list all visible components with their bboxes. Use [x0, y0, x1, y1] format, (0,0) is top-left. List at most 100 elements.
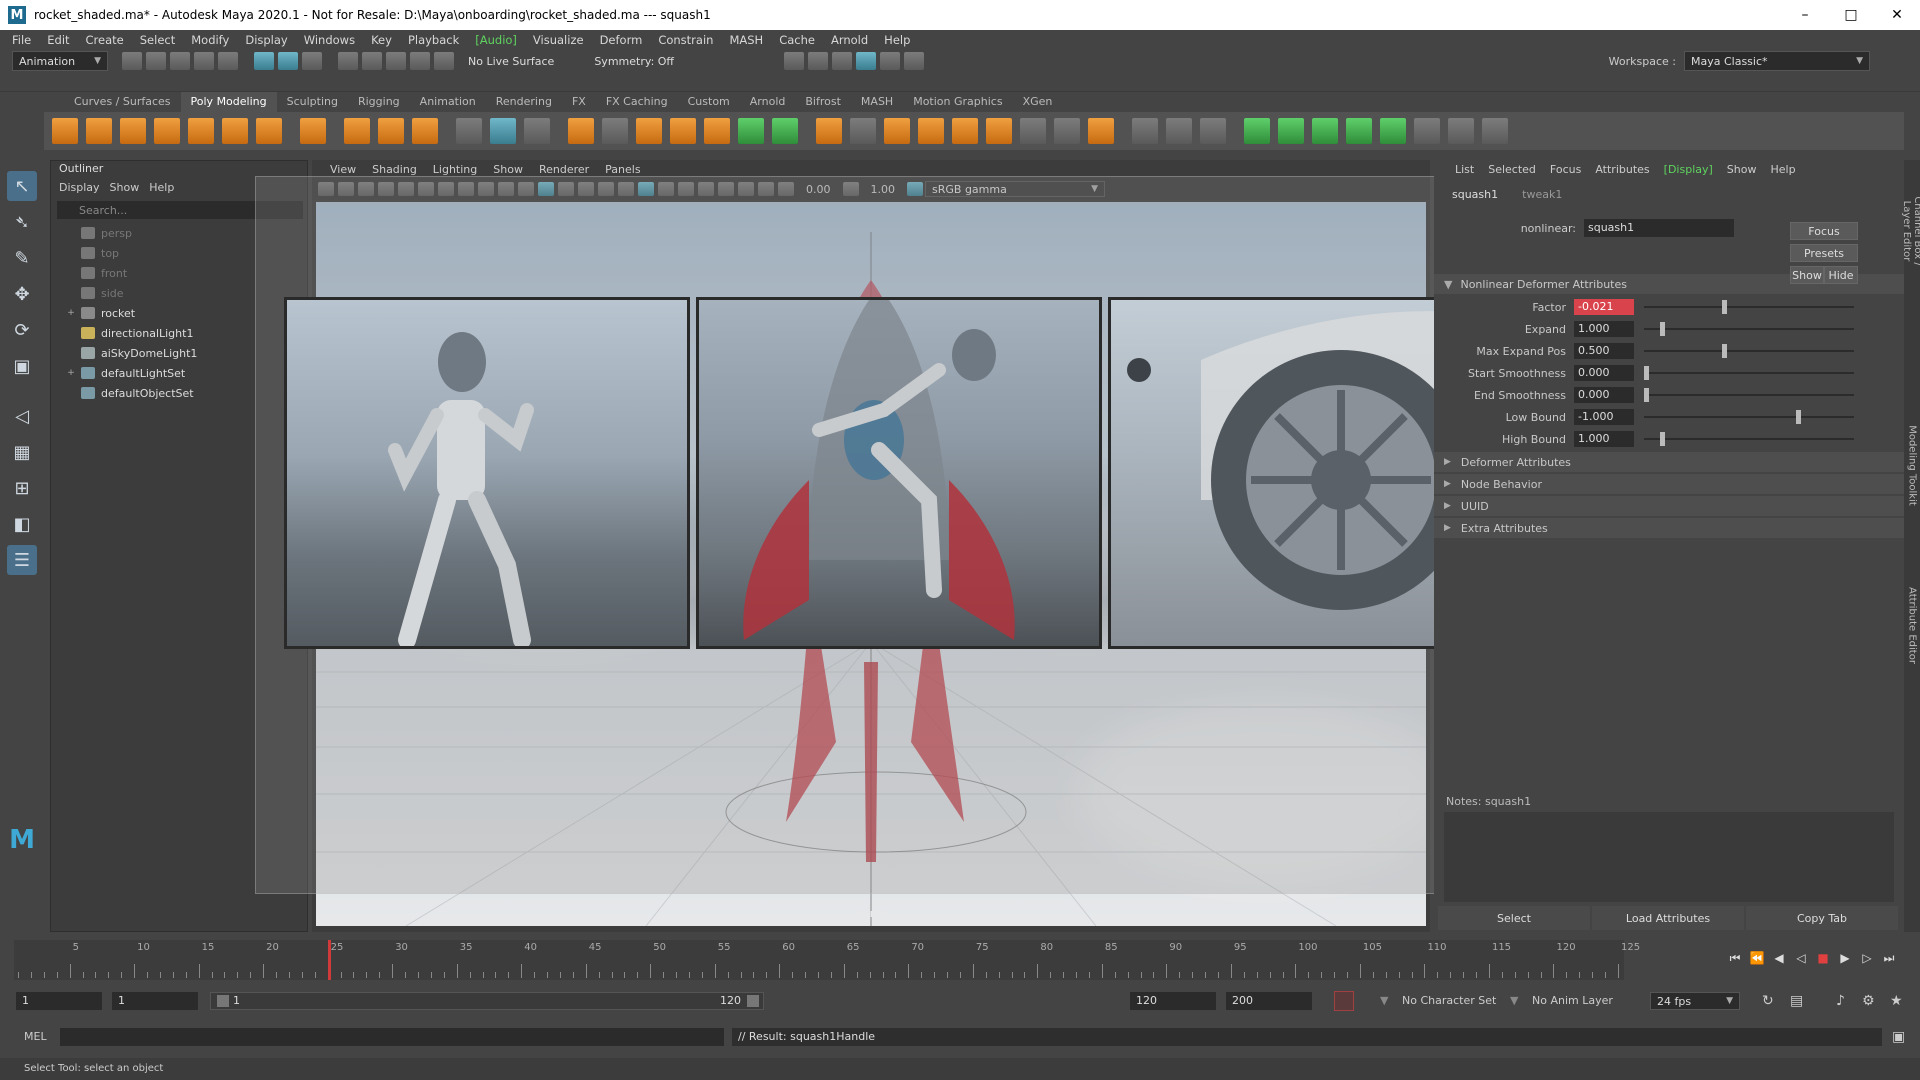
render-settings-icon[interactable] [832, 52, 853, 70]
shelf-tab-animation[interactable]: Animation [410, 92, 486, 112]
menu-create[interactable]: Create [78, 33, 132, 47]
scale-tool-icon[interactable]: ▣ [7, 351, 37, 381]
ae-menu-selected[interactable]: Selected [1481, 163, 1543, 176]
snap-curve-icon[interactable] [362, 52, 382, 70]
target-weld-icon[interactable] [850, 118, 876, 144]
show-button[interactable]: Show [1790, 266, 1824, 284]
hypershade-icon[interactable] [856, 52, 877, 70]
uv-camera-icon[interactable] [1380, 118, 1406, 144]
copy-tab-button[interactable]: Copy Tab [1746, 906, 1898, 930]
focus-button[interactable]: Focus [1790, 222, 1858, 240]
anim-layer-label[interactable]: No Anim Layer [1532, 992, 1613, 1010]
end-time-field[interactable]: 200 [1226, 992, 1312, 1010]
poly-cone-icon[interactable] [154, 118, 180, 144]
attr-value-field[interactable]: 0.500 [1574, 343, 1634, 359]
expand-toggle[interactable]: + [65, 368, 77, 378]
viewport-menu-lighting[interactable]: Lighting [425, 163, 485, 176]
menu-select[interactable]: Select [132, 33, 183, 47]
shelf-tab-sculpting[interactable]: Sculpting [277, 92, 348, 112]
outliner-menu-display[interactable]: Display [57, 181, 108, 194]
bevel-alt-icon[interactable] [772, 118, 798, 144]
ae-menu-list[interactable]: List [1448, 163, 1481, 176]
menu-set-dropdown[interactable]: Animation ▼ [12, 51, 108, 71]
attr-slider-handle[interactable] [1721, 344, 1727, 358]
shelf-tab-poly-modeling[interactable]: Poly Modeling [180, 92, 277, 112]
bridge-icon[interactable] [670, 118, 696, 144]
uv-planar-icon[interactable] [1244, 118, 1270, 144]
uv-auto-icon[interactable] [1346, 118, 1372, 144]
add-divisions-icon[interactable] [1020, 118, 1046, 144]
menu-modify[interactable]: Modify [183, 33, 237, 47]
workspace-dropdown[interactable]: Maya Classic* ▼ [1684, 51, 1870, 71]
shelf-tab-motion-graphics[interactable]: Motion Graphics [903, 92, 1012, 112]
mannequin-thumbnail[interactable] [284, 297, 690, 649]
attr-value-field[interactable]: 0.000 [1574, 365, 1634, 381]
script-editor-icon[interactable]: ▣ [1892, 1028, 1905, 1046]
loop-icon[interactable]: ↻ [1762, 992, 1774, 1010]
platonic-solid-icon[interactable] [300, 118, 326, 144]
auto-key-icon[interactable] [1334, 991, 1354, 1011]
open-scene-icon[interactable] [146, 52, 166, 70]
attr-slider[interactable] [1644, 366, 1854, 380]
attr-slider[interactable] [1644, 410, 1854, 424]
outliner-layout-icon[interactable]: ☰ [7, 545, 37, 575]
step-back-frame-icon[interactable]: ◀︎ [1768, 951, 1790, 965]
uv-sew-icon[interactable] [1482, 118, 1508, 144]
go-to-start-icon[interactable]: ⏮ [1724, 951, 1746, 966]
boolean-icon[interactable] [568, 118, 594, 144]
rocket-mannequin-thumbnail[interactable] [696, 297, 1102, 649]
hide-button[interactable]: Hide [1824, 266, 1858, 284]
time-slider[interactable]: 5 10 15 20 25 30 35 40 45 50 55 60 65 70 75 80 85 90 95 100… [14, 940, 1640, 980]
separate-icon[interactable] [490, 118, 516, 144]
bevel-icon[interactable] [738, 118, 764, 144]
character-set-label[interactable]: No Character Set [1402, 992, 1496, 1010]
attr-slider-handle[interactable] [1644, 388, 1649, 402]
fps-dropdown[interactable]: 24 fps ▼ [1650, 992, 1740, 1010]
symmetry-label[interactable]: Symmetry: Off [594, 55, 674, 68]
redo-icon[interactable] [218, 52, 238, 70]
attr-value-field[interactable]: 0.000 [1574, 387, 1634, 403]
poly-plane-icon[interactable] [222, 118, 248, 144]
stop-icon[interactable]: ■ [1812, 951, 1834, 965]
go-to-end-icon[interactable]: ⏭ [1878, 951, 1900, 966]
fill-hole-icon[interactable] [1200, 118, 1226, 144]
shelf-tab-rendering[interactable]: Rendering [486, 92, 562, 112]
preferences-icon[interactable]: ⚙ [1862, 992, 1875, 1010]
menu-constrain[interactable]: Constrain [650, 33, 721, 47]
attr-slider-handle[interactable] [1644, 366, 1649, 380]
uv-spherical-icon[interactable] [1312, 118, 1338, 144]
last-tool-icon[interactable]: ◁ [7, 401, 37, 431]
shelf-tab-custom[interactable]: Custom [678, 92, 740, 112]
pause-icon[interactable] [904, 52, 925, 70]
section-extra-attributes[interactable]: ▶ Extra Attributes [1434, 518, 1904, 538]
attr-slider-handle[interactable] [1660, 322, 1666, 336]
menu-playback[interactable]: Playback [400, 33, 467, 47]
circularize-icon[interactable] [1132, 118, 1158, 144]
current-time-indicator[interactable] [327, 940, 331, 980]
offset-edge-loop-icon[interactable] [986, 118, 1012, 144]
persp-outliner-icon[interactable]: ◧ [7, 509, 37, 539]
attr-slider[interactable] [1644, 322, 1854, 336]
menu-deform[interactable]: Deform [592, 33, 651, 47]
ae-menu-show[interactable]: Show [1720, 163, 1764, 176]
shelf-tab-mash[interactable]: MASH [851, 92, 903, 112]
attr-slider-handle[interactable] [1795, 410, 1801, 424]
ae-tab-tweak1[interactable]: tweak1 [1518, 188, 1582, 201]
shelf-tab-fx-caching[interactable]: FX Caching [596, 92, 678, 112]
step-back-key-icon[interactable]: ⏪ [1746, 951, 1768, 965]
range-start-handle[interactable] [217, 995, 229, 1007]
viewport-menu-view[interactable]: View [322, 163, 364, 176]
shelf-tab-arnold[interactable]: Arnold [740, 92, 796, 112]
paint-select-icon[interactable]: ✎ [7, 243, 37, 273]
menu-edit[interactable]: Edit [39, 33, 77, 47]
shelf-menu-icon[interactable] [44, 95, 58, 109]
snap-surface-icon[interactable] [434, 52, 454, 70]
viewport-menu-panels[interactable]: Panels [597, 163, 648, 176]
mirror-icon[interactable] [602, 118, 628, 144]
menu-help[interactable]: Help [876, 33, 918, 47]
start-time-field[interactable]: 1 [16, 992, 102, 1010]
snap-view-icon[interactable] [410, 52, 430, 70]
presets-button[interactable]: Presets [1790, 244, 1858, 262]
shelf-tab-rigging[interactable]: Rigging [348, 92, 410, 112]
ae-menu-focus[interactable]: Focus [1543, 163, 1588, 176]
